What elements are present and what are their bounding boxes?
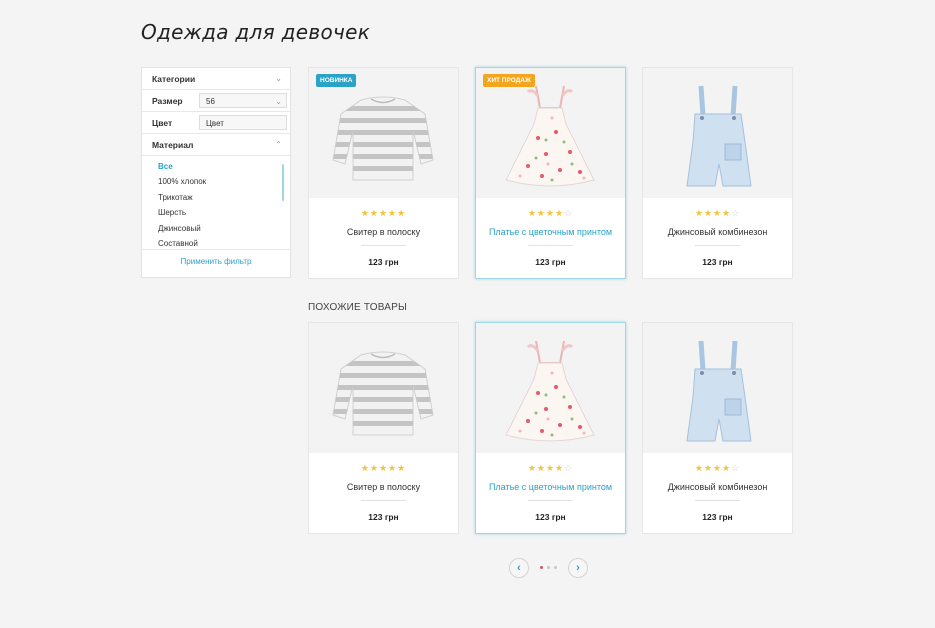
product-card[interactable]: ★★★★☆ Джинсовый комбинезон 123 грн — [642, 67, 793, 279]
similar-product-card[interactable]: ★★★★★ Свитер в полоску 123 грн — [308, 322, 459, 534]
product-card[interactable]: ХИТ ПРОДАЖ ★★★★☆ Платье с цветочным прин… — [475, 67, 626, 279]
product-price: 123 грн — [368, 257, 399, 267]
next-button[interactable]: › — [568, 558, 588, 578]
material-list: Все 100% хлопок Трикотаж Шерсть Джинсовы… — [142, 156, 290, 250]
filter-color-label: Цвет — [152, 117, 173, 128]
filter-sidebar: Категории ⌄ Размер 56 ⌄ Цвет Цвет Матери… — [141, 67, 291, 278]
color-input-placeholder: Цвет — [206, 119, 224, 128]
product-price: 123 грн — [535, 512, 566, 522]
divider — [695, 500, 740, 501]
rating-stars: ★★★★★ — [360, 463, 407, 473]
size-select[interactable]: 56 ⌄ — [199, 93, 287, 108]
product-price: 123 грн — [702, 512, 733, 522]
divider — [361, 245, 406, 246]
material-option-mixed[interactable]: Составной — [158, 239, 290, 254]
material-option-wool[interactable]: Шерсть — [158, 208, 290, 223]
material-option-all[interactable]: Все — [158, 162, 290, 177]
new-badge: НОВИНКА — [316, 74, 357, 87]
chevron-up-icon: ⌃ — [275, 140, 282, 149]
carousel-pager: ‹ › — [509, 558, 589, 580]
chevron-left-icon: ‹ — [517, 562, 521, 574]
filter-color: Цвет Цвет — [142, 112, 290, 134]
product-name[interactable]: Джинсовый комбинезон — [643, 227, 792, 237]
chevron-right-icon: › — [576, 562, 580, 574]
material-option-knit[interactable]: Трикотаж — [158, 193, 290, 208]
product-price: 123 грн — [535, 257, 566, 267]
filter-size-label: Размер — [152, 95, 183, 106]
product-price: 123 грн — [368, 512, 399, 522]
color-input[interactable]: Цвет — [199, 115, 287, 130]
divider — [528, 500, 573, 501]
sweater-image — [309, 323, 458, 453]
chevron-down-icon: ⌄ — [275, 74, 282, 83]
bestseller-badge: ХИТ ПРОДАЖ — [483, 74, 535, 87]
dress-image — [476, 68, 625, 198]
pager-dot[interactable] — [554, 566, 557, 569]
product-card[interactable]: НОВИНКА ★★★★★ Свитер в полоску 123 грн — [308, 67, 459, 279]
size-select-value: 56 — [206, 97, 215, 106]
rating-stars: ★★★★☆ — [527, 208, 574, 218]
product-name[interactable]: Свитер в полоску — [309, 482, 458, 492]
divider — [695, 245, 740, 246]
prev-button[interactable]: ‹ — [509, 558, 529, 578]
overalls-image — [643, 68, 792, 198]
page: Одежда для девочек Категории ⌄ Размер 56… — [0, 0, 935, 628]
rating-stars: ★★★★☆ — [694, 463, 741, 473]
product-name[interactable]: Джинсовый комбинезон — [643, 482, 792, 492]
rating-stars: ★★★★☆ — [694, 208, 741, 218]
product-price: 123 грн — [702, 257, 733, 267]
pager-dot-active[interactable] — [540, 566, 543, 569]
filter-size: Размер 56 ⌄ — [142, 90, 290, 112]
material-option-denim[interactable]: Джинсовый — [158, 224, 290, 239]
divider — [528, 245, 573, 246]
product-name[interactable]: Свитер в полоску — [309, 227, 458, 237]
product-name[interactable]: Платье с цветочным принтом — [476, 482, 625, 492]
filter-material-label: Материал — [152, 139, 194, 150]
page-title: Одежда для девочек — [141, 20, 371, 44]
rating-stars: ★★★★★ — [360, 208, 407, 218]
filter-material[interactable]: Материал ⌃ — [142, 134, 290, 156]
divider — [361, 500, 406, 501]
similar-products-heading: ПОХОЖИЕ ТОВАРЫ — [308, 302, 408, 313]
pager-dot[interactable] — [547, 566, 550, 569]
material-scrollbar[interactable] — [282, 164, 284, 201]
product-name[interactable]: Платье с цветочным принтом — [476, 227, 625, 237]
rating-stars: ★★★★☆ — [527, 463, 574, 473]
dress-image — [476, 323, 625, 453]
chevron-down-icon: ⌄ — [275, 97, 282, 106]
similar-product-card[interactable]: ★★★★☆ Джинсовый комбинезон 123 грн — [642, 322, 793, 534]
similar-product-card[interactable]: ★★★★☆ Платье с цветочным принтом 123 грн — [475, 322, 626, 534]
sweater-image — [309, 68, 458, 198]
overalls-image — [643, 323, 792, 453]
pager-dots — [539, 566, 559, 570]
filter-categories-label: Категории — [152, 73, 196, 84]
filter-categories[interactable]: Категории ⌄ — [142, 68, 290, 90]
material-option-cotton[interactable]: 100% хлопок — [158, 177, 290, 192]
